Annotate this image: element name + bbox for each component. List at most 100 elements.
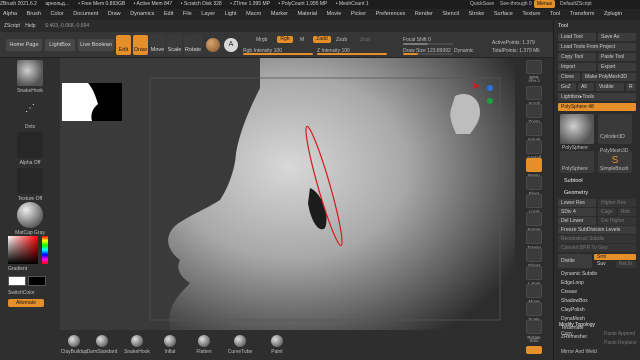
zcut-toggle[interactable]: Zcut — [360, 37, 370, 43]
visible-button[interactable]: Visible — [596, 83, 624, 91]
sdiv-slider[interactable]: SDiv 4 — [558, 208, 596, 216]
freeze-subdivision-button[interactable]: Freeze SubDivision Levels — [558, 226, 636, 234]
reuv-button[interactable]: ReUV — [616, 261, 636, 268]
xpose-button[interactable] — [519, 346, 549, 355]
menu-color[interactable]: Color — [51, 11, 64, 17]
move-view-button[interactable]: Move — [519, 284, 549, 304]
draw-button[interactable]: Draw — [133, 35, 148, 55]
paste-append-button[interactable]: Paste Append — [604, 331, 635, 337]
scale-button[interactable]: Scale — [167, 35, 182, 55]
save-as-button[interactable]: Save As — [598, 33, 636, 41]
menu-file[interactable]: File — [183, 11, 192, 17]
ghost-button[interactable]: Ghost — [519, 248, 549, 268]
menu-draw[interactable]: Draw — [108, 11, 121, 17]
color-picker[interactable] — [8, 236, 38, 264]
rotate-view-button[interactable]: Rotate — [519, 320, 549, 340]
edgeloop-section[interactable]: EdgeLoop — [558, 279, 636, 287]
shadowbox-section[interactable]: ShadowBox — [558, 297, 636, 305]
switch-color-button[interactable]: SwitchColor — [8, 290, 35, 296]
make-polymesh-button[interactable]: Make PolyMesh3D — [582, 73, 636, 81]
menu-document[interactable]: Document — [73, 11, 98, 17]
axis-z-icon[interactable] — [487, 98, 493, 104]
geometry-section[interactable]: Geometry — [564, 190, 588, 196]
draw-size-bar[interactable] — [403, 53, 453, 55]
dynamic-toggle[interactable]: Dynamic — [454, 48, 473, 54]
all-button[interactable]: All — [578, 83, 594, 91]
menu-dynamics[interactable]: Dynamics — [130, 11, 154, 17]
menu-help[interactable]: Help — [25, 23, 35, 29]
menus-toggle[interactable]: Menus — [534, 0, 556, 8]
menu-tool[interactable]: Tool — [550, 11, 560, 17]
scale-view-button[interactable]: Scale — [519, 302, 549, 322]
menu-edit[interactable]: Edit — [164, 11, 173, 17]
lower-res-button[interactable]: Lower Res — [558, 199, 596, 207]
alpha-toggle[interactable]: A — [224, 38, 238, 52]
menu-preferences[interactable]: Preferences — [376, 11, 406, 17]
del-lower-button[interactable]: Del Lower — [558, 217, 596, 225]
load-tools-project-button[interactable]: Load Tools From Project — [558, 43, 636, 51]
bpr-button[interactable]: BPR — [519, 60, 549, 80]
script-selector[interactable]: DefaultZScript — [560, 1, 592, 7]
home-page-button[interactable]: Home Page — [6, 39, 42, 51]
tool-palette-title[interactable]: Tool — [558, 23, 568, 29]
menu-transform[interactable]: Transform — [570, 11, 595, 17]
brush-selector[interactable]: SnakeHook — [6, 60, 54, 94]
rgb-intensity-bar[interactable] — [243, 53, 313, 55]
aahalf-button[interactable]: AAHalf — [519, 140, 549, 160]
dynamic-subdiv-section[interactable]: Dynamic Subdiv — [558, 270, 636, 278]
quicksave-button[interactable]: QuickSave — [470, 1, 494, 7]
menu-render[interactable]: Render — [415, 11, 433, 17]
document-canvas[interactable] — [60, 58, 515, 330]
main-color-swatch[interactable] — [8, 276, 26, 286]
focal-shift-bar[interactable] — [403, 43, 453, 45]
axis-y-icon[interactable] — [487, 85, 493, 91]
actual-button[interactable]: Actual — [519, 122, 549, 142]
crease-section[interactable]: Crease — [558, 288, 636, 296]
higher-res-button[interactable]: Higher Res — [598, 199, 636, 207]
menu-movie[interactable]: Movie — [327, 11, 342, 17]
rgb-toggle[interactable]: Rgb — [277, 36, 293, 43]
del-higher-button[interactable]: Del Higher — [598, 217, 636, 225]
frame-button[interactable]: Frame — [519, 212, 549, 232]
convert-bpr-button[interactable]: Convert BPR To Geo — [558, 244, 636, 252]
menu-brush[interactable]: Brush — [27, 11, 41, 17]
copy-tool-button[interactable]: Copy Tool — [558, 53, 596, 61]
paint-brush[interactable]: Paint — [255, 335, 299, 355]
r-button[interactable]: R — [626, 83, 636, 91]
clone-button[interactable]: Clone — [558, 73, 580, 81]
mrgb-toggle[interactable]: Mrgb — [256, 37, 267, 43]
live-boolean-button[interactable]: Live Boolean — [78, 39, 114, 51]
current-tool-slider[interactable]: PolySphere 48 — [558, 103, 636, 111]
paste-tool-button[interactable]: Paste Tool — [598, 53, 636, 61]
lightbox-button[interactable]: LightBox — [45, 39, 75, 51]
edit-button[interactable]: Edit — [116, 35, 131, 55]
stroke-selector[interactable]: ⋰ Dots — [6, 96, 54, 130]
alternate-toggle[interactable]: Alternate — [8, 299, 44, 307]
spix-slider[interactable]: SPix 3 — [519, 78, 549, 83]
reconstruct-subdiv-button[interactable]: Reconstruct Subdiv — [558, 235, 636, 243]
menu-marker[interactable]: Marker — [271, 11, 288, 17]
polysphere-thumb-icon[interactable] — [560, 114, 594, 144]
zoom-button[interactable]: Zoom — [519, 104, 549, 124]
gradient-toggle[interactable]: Gradient — [8, 266, 27, 272]
divide-button[interactable]: Divide — [558, 254, 592, 268]
lightbox-tools-button[interactable]: Lightbox▸Tools — [558, 93, 636, 101]
alpha-selector[interactable]: Alpha Off — [6, 132, 54, 166]
zsub-toggle[interactable]: Zsub — [336, 37, 347, 43]
export-button[interactable]: Export — [598, 63, 636, 71]
menu-stencil[interactable]: Stencil — [442, 11, 459, 17]
menu-alpha[interactable]: Alpha — [3, 11, 17, 17]
persp-button[interactable]: Persp — [519, 158, 549, 178]
secondary-color-swatch[interactable] — [28, 276, 46, 286]
hue-slider[interactable] — [42, 236, 48, 264]
z-intensity-bar[interactable] — [317, 53, 387, 55]
lsym-button[interactable]: L.Sym — [519, 266, 549, 286]
move-button[interactable]: Move — [150, 35, 165, 55]
sculpt-viewport[interactable] — [60, 58, 515, 330]
menu-surface[interactable]: Surface — [494, 11, 513, 17]
rotate-button[interactable]: Rotate — [184, 35, 202, 55]
menu-zscript[interactable]: ZScript — [4, 23, 20, 29]
import-button[interactable]: Import — [558, 63, 596, 71]
seethrough-slider[interactable]: See-through 0 — [500, 1, 532, 7]
suv-toggle[interactable]: Suv — [594, 261, 614, 268]
